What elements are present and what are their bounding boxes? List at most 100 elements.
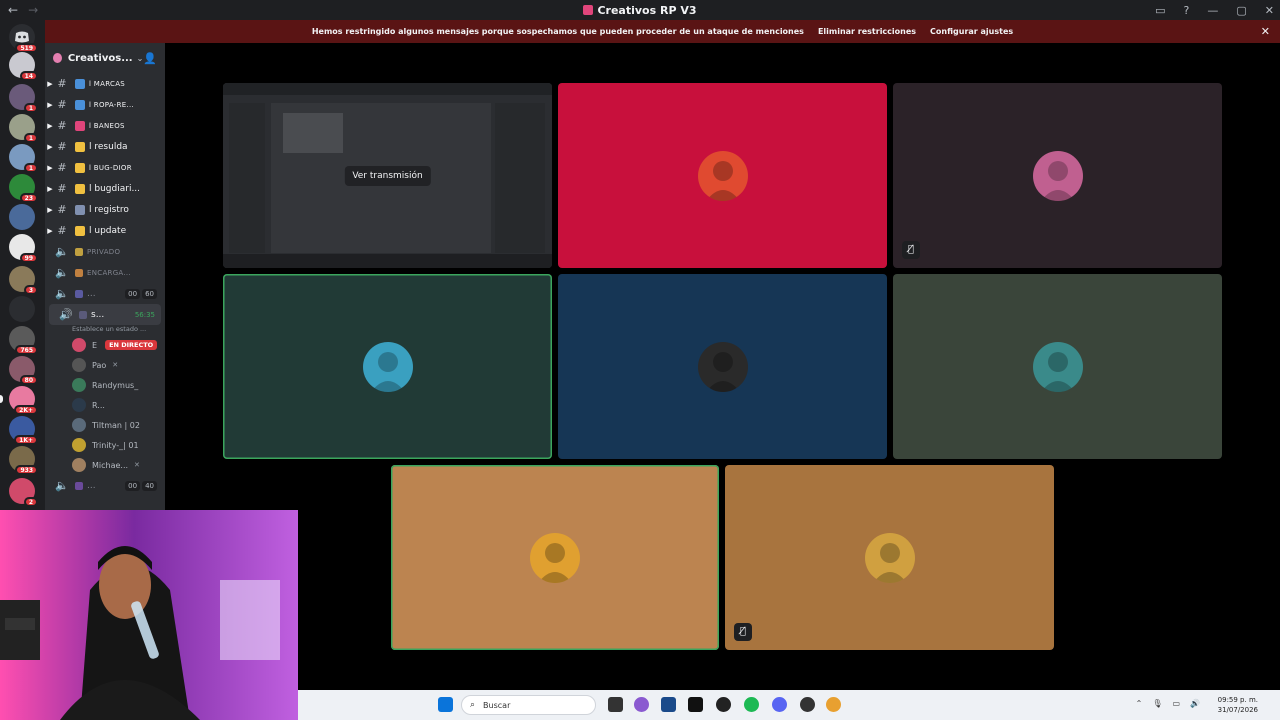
- voice-user[interactable]: Pao ✕: [45, 355, 165, 375]
- server-icon[interactable]: 3: [9, 266, 38, 295]
- server-icon[interactable]: 1: [9, 144, 38, 173]
- task-view-icon[interactable]: [608, 697, 623, 712]
- channel-emoji-icon: [75, 120, 85, 131]
- text-channel[interactable]: ▶ # l resulda: [45, 136, 165, 157]
- close-window-button[interactable]: ✕: [1265, 4, 1274, 17]
- chevron-right-icon[interactable]: ▶: [45, 227, 55, 235]
- server-icon[interactable]: 2K+: [0, 386, 38, 415]
- server-icon[interactable]: 1: [9, 114, 38, 143]
- participant-tile[interactable]: [391, 465, 719, 650]
- text-channel[interactable]: ▶ # l MARCAS: [45, 73, 165, 94]
- voice-user[interactable]: Michae... ✕: [45, 455, 165, 475]
- chrome-icon[interactable]: [826, 697, 841, 712]
- voice-status[interactable]: Establece un estado ...: [45, 325, 165, 335]
- taskbar-search[interactable]: ⌕ Buscar: [461, 695, 596, 715]
- server-badge: 80: [19, 375, 38, 385]
- configure-settings-link[interactable]: Configurar ajustes: [930, 27, 1013, 36]
- chevron-right-icon[interactable]: ▶: [45, 80, 55, 88]
- microphone-icon[interactable]: 🎙: [1152, 699, 1162, 708]
- watch-stream-button[interactable]: Ver transmisión: [344, 165, 431, 186]
- participant-tile[interactable]: [893, 274, 1222, 459]
- server-icon[interactable]: 765: [9, 326, 38, 355]
- voice-user[interactable]: R...: [45, 395, 165, 415]
- help-icon[interactable]: ?: [1184, 4, 1190, 17]
- stream-tile[interactable]: Ver transmisión: [223, 83, 552, 268]
- server-badge: 2K+: [14, 405, 38, 415]
- back-arrow-icon[interactable]: ←: [8, 3, 18, 17]
- chevron-down-icon: ⌄: [136, 53, 144, 63]
- spotify-icon[interactable]: [744, 697, 759, 712]
- chevron-right-icon[interactable]: ▶: [45, 206, 55, 214]
- participant-tile[interactable]: 🎙̸: [725, 465, 1054, 650]
- server-icon[interactable]: [9, 204, 35, 230]
- server-badge: 2: [23, 497, 38, 507]
- close-banner-icon[interactable]: ✕: [1261, 25, 1270, 38]
- server-icon[interactable]: 1K+: [9, 416, 38, 445]
- channel-emoji-icon: [75, 225, 85, 236]
- server-icon[interactable]: 23: [9, 174, 38, 203]
- chevron-right-icon[interactable]: ▶: [45, 101, 55, 109]
- voice-channel-privado[interactable]: 🔈 PRIVADO: [45, 241, 165, 262]
- lock-icon: [75, 268, 83, 277]
- chevron-right-icon[interactable]: ▶: [45, 122, 55, 130]
- text-channel[interactable]: ▶ # l BANEOS: [45, 115, 165, 136]
- app-icon[interactable]: [716, 697, 731, 712]
- inbox-icon[interactable]: ▭: [1155, 4, 1165, 17]
- server-badge: 765: [15, 345, 38, 355]
- forward-arrow-icon[interactable]: →: [28, 3, 38, 17]
- maximize-button[interactable]: ▢: [1236, 4, 1246, 17]
- window-title: Creativos RP V3: [0, 4, 1280, 17]
- voice-channel-1[interactable]: 🔈 ... 00 60: [45, 283, 165, 304]
- voice-user[interactable]: E EN DIRECTO: [45, 335, 165, 355]
- voice-user[interactable]: Randymus_: [45, 375, 165, 395]
- volume-icon[interactable]: 🔊: [1190, 699, 1200, 708]
- channel-emoji-icon: [75, 183, 85, 194]
- server-icon[interactable]: 14: [9, 52, 38, 81]
- remove-restrictions-link[interactable]: Eliminar restricciones: [818, 27, 916, 36]
- participant-avatar: [864, 532, 915, 583]
- capcut-icon[interactable]: [688, 697, 703, 712]
- channel-emoji-icon: [75, 481, 83, 490]
- text-channel[interactable]: ▶ # l BUG-DIOR: [45, 157, 165, 178]
- network-icon[interactable]: ▭: [1172, 699, 1180, 708]
- text-channel[interactable]: ▶ # l bugdiari...: [45, 178, 165, 199]
- minimize-button[interactable]: —: [1207, 4, 1218, 17]
- key-icon: [75, 247, 83, 256]
- user-limit: 00 60: [123, 288, 157, 299]
- chevron-up-icon[interactable]: ⌃: [1136, 699, 1143, 708]
- home-button[interactable]: 519: [9, 24, 38, 53]
- voice-user[interactable]: Tiltman | 02: [45, 415, 165, 435]
- text-channel[interactable]: ▶ # l ROPA-RE...: [45, 94, 165, 115]
- chevron-right-icon[interactable]: ▶: [45, 164, 55, 172]
- server-header[interactable]: Creativos... ⌄ 👤: [45, 43, 165, 73]
- voice-user[interactable]: Trinity-_| 01: [45, 435, 165, 455]
- server-icon[interactable]: 2: [9, 478, 38, 507]
- channel-emoji-icon: [75, 78, 85, 89]
- system-clock[interactable]: 09:59 p. m. 31/07/2026: [1218, 695, 1258, 715]
- text-channel[interactable]: ▶ # l update: [45, 220, 165, 241]
- participant-tile[interactable]: [558, 274, 887, 459]
- avatar: [72, 398, 86, 412]
- participant-tile[interactable]: 🎙̸: [893, 83, 1222, 268]
- participant-tile[interactable]: [223, 274, 552, 459]
- text-channel[interactable]: ▶ # l registro: [45, 199, 165, 220]
- voice-channel-2[interactable]: 🔈 ... 00 40: [45, 475, 165, 496]
- copilot-icon[interactable]: [634, 697, 649, 712]
- chevron-right-icon[interactable]: ▶: [45, 185, 55, 193]
- invite-user-icon[interactable]: 👤: [143, 52, 157, 65]
- participant-tile[interactable]: [558, 83, 887, 268]
- server-icon[interactable]: 99: [9, 234, 38, 263]
- server-icon[interactable]: [9, 296, 35, 322]
- hashtag-icon: #: [57, 140, 67, 153]
- voice-channel-active[interactable]: 🔊 s... 56:35: [49, 304, 161, 325]
- server-icon[interactable]: 1: [9, 84, 38, 113]
- chevron-right-icon[interactable]: ▶: [45, 143, 55, 151]
- voice-channel-encargado[interactable]: 🔈 ENCARGA...: [45, 262, 165, 283]
- store-icon[interactable]: [661, 697, 676, 712]
- start-windows-icon[interactable]: [438, 697, 453, 712]
- server-icon[interactable]: 80: [9, 356, 38, 385]
- server-icon[interactable]: 933: [9, 446, 38, 475]
- avatar: [72, 458, 86, 472]
- discord-icon[interactable]: [772, 697, 787, 712]
- github-icon[interactable]: [800, 697, 815, 712]
